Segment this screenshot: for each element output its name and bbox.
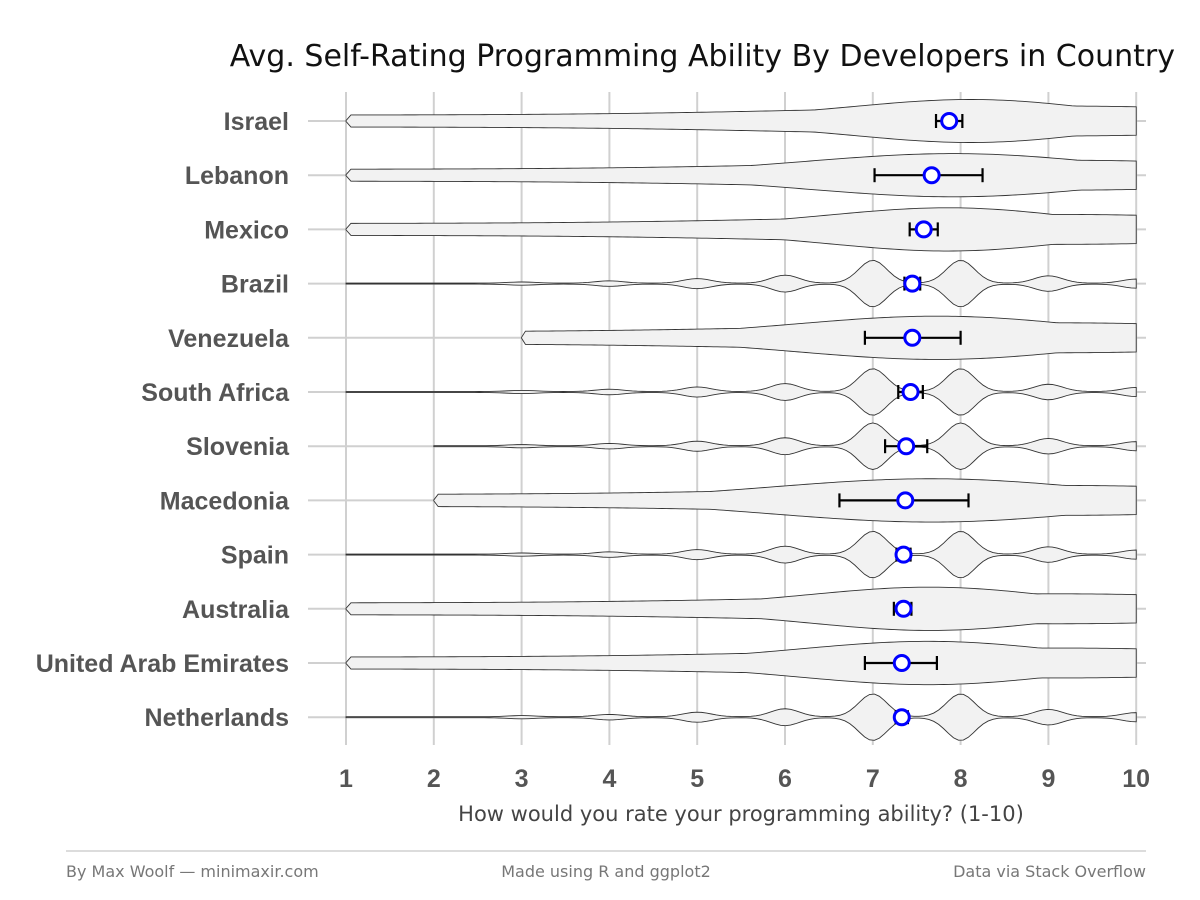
violin-shape (345, 531, 1137, 579)
mean-point (922, 166, 941, 185)
y-axis-labels: Israel Lebanon Mexico Brazil Venezuela South … (36, 108, 290, 732)
country-label: Australia (182, 596, 290, 624)
x-tick-label: 9 (1041, 765, 1055, 793)
x-tick-label: 2 (427, 765, 441, 793)
mean-point (892, 708, 911, 727)
country-label: Netherlands (145, 704, 289, 732)
country-label: Mexico (204, 216, 289, 244)
mean-point (940, 112, 959, 130)
x-tick-label: 5 (690, 765, 704, 793)
country-label: Slovenia (186, 433, 290, 461)
x-tick-label: 3 (515, 765, 529, 793)
footer-credit-source: Data via Stack Overflow (953, 862, 1146, 881)
country-label: Brazil (221, 271, 289, 299)
chart-root: Avg. Self-Rating Programming Ability By … (0, 0, 1200, 900)
x-axis-ticks: 1 2 3 4 5 6 7 8 9 10 (339, 765, 1150, 793)
x-tick-label: 10 (1122, 765, 1150, 793)
mean-point (903, 328, 922, 347)
country-label: Macedonia (160, 487, 290, 515)
mean-point (892, 654, 911, 672)
x-tick-label: 8 (954, 765, 968, 793)
mean-point-layer (892, 112, 959, 727)
violin-shape (345, 368, 1137, 416)
violin-shape (345, 586, 1137, 631)
violin-shape (521, 315, 1137, 360)
mean-point (896, 491, 915, 510)
country-label: Israel (224, 108, 289, 136)
mean-point (903, 274, 922, 293)
country-label: Spain (221, 542, 289, 570)
country-label: Venezuela (168, 325, 290, 353)
mean-point (894, 545, 913, 564)
chart-title: Avg. Self-Rating Programming Ability By … (230, 39, 1175, 74)
violin-shape (345, 207, 1137, 252)
x-tick-label: 6 (778, 765, 792, 793)
mean-point (914, 220, 933, 239)
violin-shape (345, 153, 1137, 198)
mean-point (894, 599, 913, 618)
violin-shape (345, 640, 1137, 686)
country-label: South Africa (141, 379, 290, 407)
x-axis-title: How would you rate your programming abil… (458, 802, 1024, 826)
country-label: Lebanon (185, 162, 289, 190)
x-tick-label: 1 (339, 765, 353, 793)
mean-point (897, 437, 916, 456)
x-tick-label: 7 (866, 765, 880, 793)
violin-shape (345, 693, 1137, 741)
x-tick-label: 4 (602, 765, 616, 793)
footer-credit-tool: Made using R and ggplot2 (501, 862, 711, 881)
violin-shape (345, 260, 1137, 308)
country-label: United Arab Emirates (36, 650, 289, 678)
violin-layer (345, 99, 1137, 741)
violin-chart: Avg. Self-Rating Programming Ability By … (36, 39, 1175, 881)
violin-shape (345, 99, 1137, 143)
footer-credit-author: By Max Woolf — minimaxir.com (66, 862, 319, 881)
mean-point (901, 383, 920, 401)
